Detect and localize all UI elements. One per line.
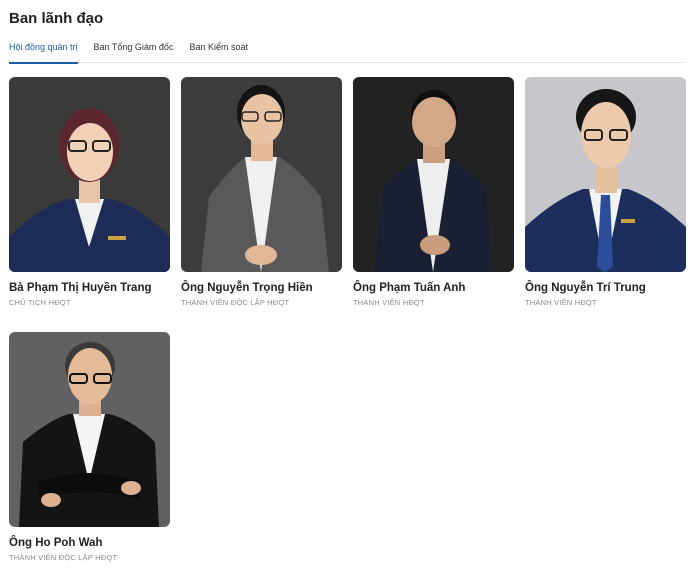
member-role: THÀNH VIÊN ĐỘC LẬP HĐQT xyxy=(181,298,290,307)
member-photo xyxy=(353,77,514,272)
member-role: CHỦ TỊCH HĐQT xyxy=(9,298,71,307)
member-photo xyxy=(525,77,686,272)
tab-board-of-directors[interactable]: Hội đồng quản trị xyxy=(9,36,78,64)
member-photo xyxy=(181,77,342,272)
member-photo xyxy=(9,77,170,272)
leadership-page: Ban lãnh đạo Hội đồng quản trị Ban Tổng … xyxy=(0,0,700,571)
member-name: Ông Ho Poh Wah xyxy=(9,537,103,549)
tab-supervisory-board[interactable]: Ban Kiểm soát xyxy=(189,36,248,63)
member-role: THÀNH VIÊN HĐQT xyxy=(353,298,425,307)
member-role: THÀNH VIÊN HĐQT xyxy=(525,298,597,307)
member-name: Ông Nguyễn Trí Trung xyxy=(525,282,646,294)
member-card[interactable]: Ông Nguyễn Trọng Hiền THÀNH VIÊN ĐỘC LẬP… xyxy=(181,77,342,307)
tab-executive-board[interactable]: Ban Tổng Giám đốc xyxy=(94,36,174,63)
member-card[interactable]: Ông Phạm Tuấn Anh THÀNH VIÊN HĐQT xyxy=(353,77,514,307)
tab-bar: Hội đồng quản trị Ban Tổng Giám đốc Ban … xyxy=(9,36,685,64)
member-role: THÀNH VIÊN ĐỘC LẬP HĐQT xyxy=(9,553,118,562)
member-name: Ông Nguyễn Trọng Hiền xyxy=(181,282,313,294)
member-card[interactable]: Bà Phạm Thị Huyền Trang CHỦ TỊCH HĐQT xyxy=(9,77,170,307)
member-photo xyxy=(9,332,170,527)
member-name: Bà Phạm Thị Huyền Trang xyxy=(9,282,152,294)
page-title: Ban lãnh đạo xyxy=(9,10,104,27)
member-card[interactable]: Ông Ho Poh Wah THÀNH VIÊN ĐỘC LẬP HĐQT xyxy=(9,332,170,562)
member-card[interactable]: Ông Nguyễn Trí Trung THÀNH VIÊN HĐQT xyxy=(525,77,686,307)
member-name: Ông Phạm Tuấn Anh xyxy=(353,282,466,294)
